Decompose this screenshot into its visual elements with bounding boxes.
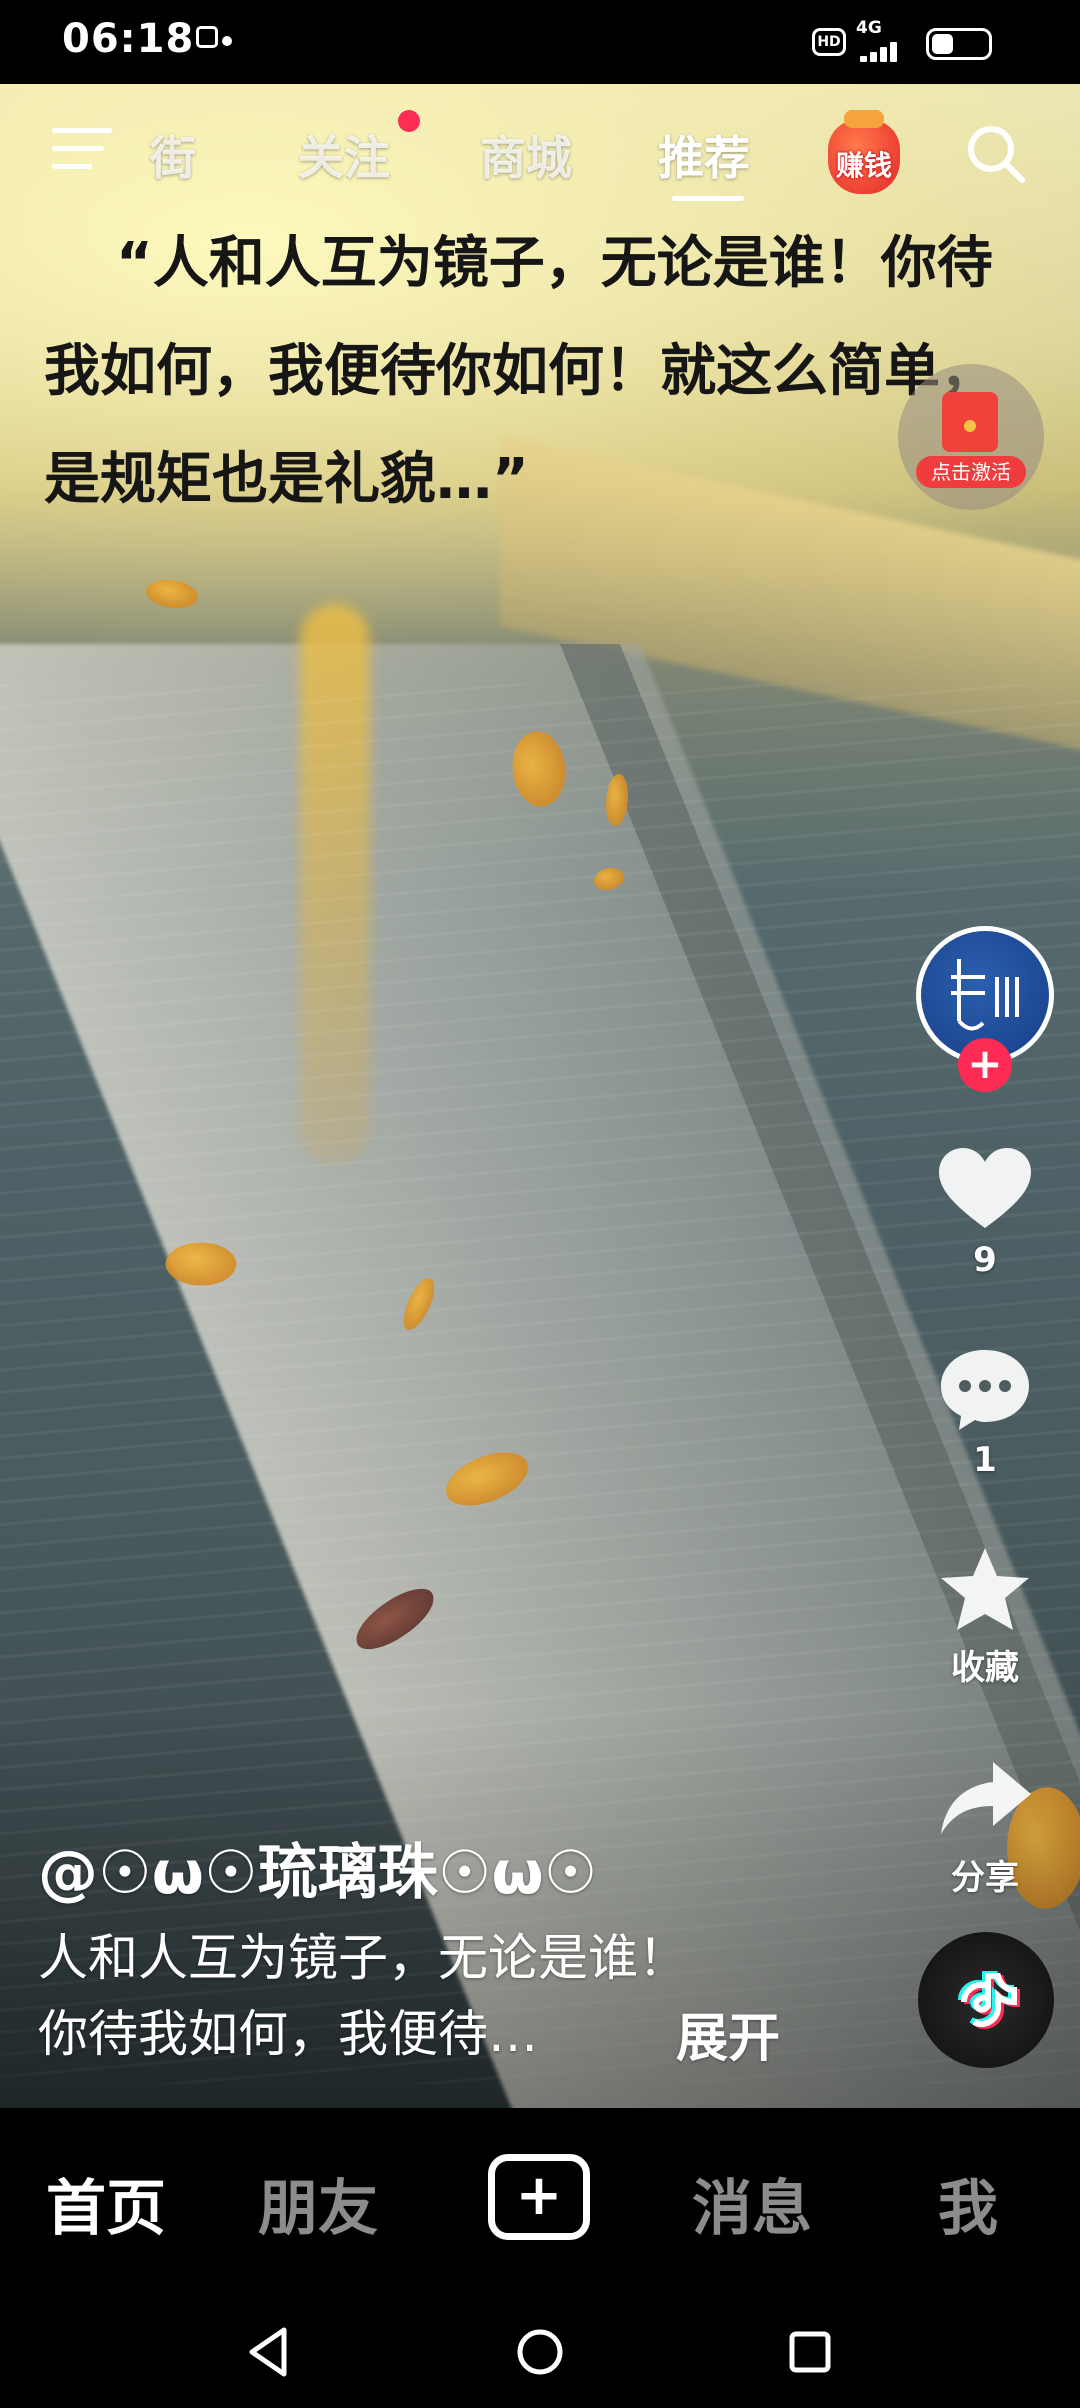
comment-count: 1 — [973, 1440, 997, 1480]
search-icon[interactable] — [964, 122, 1028, 186]
comment-button[interactable]: 1 — [910, 1344, 1060, 1480]
tab-street[interactable]: 街 — [150, 122, 196, 188]
music-disc[interactable] — [918, 1932, 1054, 2068]
bottom-nav: 首页 朋友 + 消息 我 — [0, 2108, 1080, 2292]
status-bar: 06:18 HD 4G — [0, 0, 1080, 84]
app-screen: 06:18 HD 4G 街 关注 商城 推荐 赚钱 “人和人互为镜子，无论是谁！… — [0, 0, 1080, 2408]
like-count: 9 — [973, 1240, 997, 1280]
earn-money-button[interactable]: 赚钱 — [820, 110, 908, 202]
hd-badge: HD — [812, 28, 846, 56]
top-nav: 街 关注 商城 推荐 赚钱 — [0, 84, 1080, 214]
notification-dot-icon — [222, 36, 232, 46]
signal-icon — [860, 40, 906, 62]
battery-icon — [926, 28, 992, 60]
tab-following[interactable]: 关注 — [298, 122, 390, 188]
description-line-1: 人和人互为镜子，无论是谁！ — [38, 1929, 688, 1987]
nav-me[interactable]: 我 — [938, 2160, 998, 2247]
create-button[interactable]: + — [488, 2154, 590, 2240]
recents-icon[interactable] — [780, 2322, 840, 2382]
menu-icon[interactable] — [52, 128, 112, 172]
red-packet-label: 点击激活 — [916, 456, 1026, 488]
nav-home[interactable]: 首页 — [46, 2160, 166, 2247]
douyin-logo-icon — [958, 1971, 1020, 2030]
system-nav-bar — [0, 2292, 1080, 2408]
nav-messages[interactable]: 消息 — [692, 2160, 812, 2247]
red-packet-button[interactable]: 点击激活 — [898, 364, 1044, 510]
favorite-button[interactable]: 收藏 — [910, 1544, 1060, 1689]
share-button[interactable]: 分享 — [910, 1754, 1060, 1899]
heart-icon — [939, 1148, 1031, 1228]
red-envelope-icon — [942, 392, 998, 452]
expand-description-button[interactable]: 展开 — [676, 1996, 780, 2071]
active-tab-indicator — [672, 196, 744, 201]
video-quote-text: “人和人互为镜子，无论是谁！你待我如何，我便待你如何！就这么简单，是规矩也是礼貌… — [44, 231, 996, 512]
tab-mall[interactable]: 商城 — [480, 122, 572, 188]
network-type: 4G — [856, 18, 882, 38]
comment-icon — [941, 1350, 1029, 1430]
star-icon — [941, 1548, 1029, 1630]
share-arrow-icon — [941, 1762, 1031, 1834]
status-time: 06:18 — [62, 16, 195, 62]
home-icon[interactable] — [510, 2322, 570, 2382]
earn-label: 赚钱 — [835, 149, 892, 182]
favorite-label: 收藏 — [951, 1648, 1019, 1688]
back-icon[interactable] — [240, 2322, 300, 2382]
nav-friends[interactable]: 朋友 — [258, 2160, 378, 2247]
author-username[interactable]: @☉ω☉琉璃珠☉ω☉ — [38, 1824, 597, 1911]
following-badge-dot — [398, 110, 420, 132]
follow-button[interactable]: + — [958, 1038, 1012, 1092]
tab-recommended[interactable]: 推荐 — [658, 122, 750, 188]
notification-icon — [196, 26, 218, 48]
share-label: 分享 — [951, 1858, 1019, 1898]
like-button[interactable]: 9 — [910, 1144, 1060, 1280]
